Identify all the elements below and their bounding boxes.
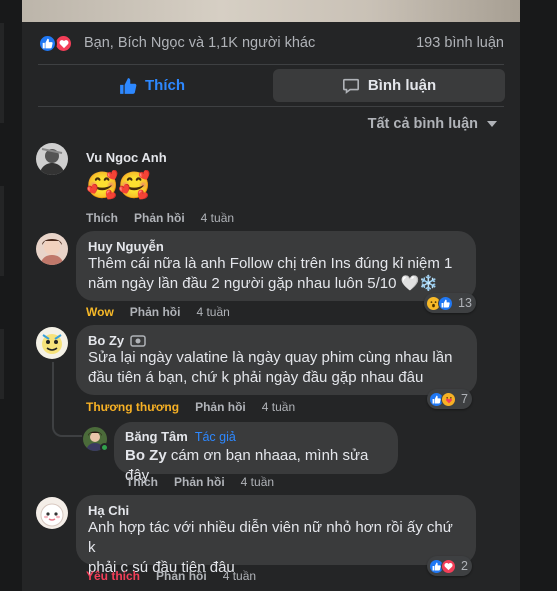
comment-bubble: Hạ Chi Anh hợp tác với nhiều diễn viên n… [76,495,476,576]
speech-bubble-icon [342,78,359,94]
comment-bubble: Bo Zy Sửa lại ngày valatine là ngày quay… [76,325,477,395]
comment-reactions[interactable]: 13 [424,293,476,313]
white-heart-icon: 🤍❄️ [400,275,438,292]
left-panel-edge [0,0,4,591]
post-photo[interactable] [22,0,520,22]
comment-reactions[interactable]: 2 [427,556,472,576]
reply-link[interactable]: Phản hồi [130,305,181,319]
reply-link[interactable]: Phản hồi [134,211,185,225]
reply-bubble: Băng Tâm Tác giả Bo Zy cám ơn bạn nhaaa,… [114,422,398,484]
author-badge: Tác giả [194,429,236,444]
comment-text: 🥰🥰 [86,170,151,200]
reply-author[interactable]: Băng Tâm [125,429,188,444]
reaction-count: 13 [458,296,472,310]
reaction-summary-bar: Bạn, Bích Ngọc và 1,1K người khác 193 bì… [22,22,520,64]
comment-text-line: Sửa lại ngày valatine là ngày quay phim … [88,349,453,366]
comment-actions: Thương thương Phản hồi 4 tuần [86,400,295,414]
love-reaction-icon [441,558,456,574]
avatar[interactable] [36,233,68,265]
comment-time[interactable]: 4 tuần [223,569,256,583]
comment-button-label: Bình luận [367,77,437,94]
reply-link[interactable]: Phản hồi [195,400,246,414]
avatar[interactable] [36,143,68,175]
caret-down-icon [487,121,497,127]
comment-time[interactable]: 4 tuần [201,211,234,225]
comment-count[interactable]: 193 bình luận [416,35,504,51]
comment-time[interactable]: 4 tuần [241,475,274,489]
comment-vu-ngoc-anh: Vu Ngoc Anh 🥰🥰 [86,150,167,201]
comment-text-line: năm ngày lần đầu 2 người gặp nhau luôn 5… [88,274,464,294]
comment-text-line: Thêm cái nữa là anh Follow chị trên Ins … [88,255,453,272]
avatar[interactable] [36,497,68,529]
comment-reactions[interactable]: 7 [427,389,472,409]
avatar[interactable] [36,327,68,359]
reaction-count: 7 [461,392,468,406]
reply-link[interactable]: Phản hồi [174,475,225,489]
comment-author[interactable]: Vu Ngoc Anh [86,150,167,165]
like-reaction-icon [38,34,57,53]
right-panel-edge [537,0,557,591]
care-reaction-icon [441,391,456,407]
comment-text-line: Anh hợp tác với nhiều diễn viên nữ nhỏ h… [88,519,453,556]
comment-time[interactable]: 4 tuần [196,305,229,319]
divider [38,106,504,107]
react-link[interactable]: Yêu thích [86,569,140,583]
comment-button[interactable]: Bình luận [273,69,505,102]
reaction-count: 2 [461,559,468,573]
reply-actions: Thích Phản hồi 4 tuần [126,475,274,489]
comment-author-row: Bo Zy [88,333,465,348]
divider [38,64,504,65]
reaction-summary-text[interactable]: Bạn, Bích Ngọc và 1,1K người khác [84,35,315,51]
comment-author[interactable]: Bo Zy [88,333,124,348]
like-button[interactable]: Thích [38,69,266,102]
thumbs-up-icon [120,77,137,94]
react-link[interactable]: Wow [86,305,114,319]
comment-time[interactable]: 4 tuần [262,400,295,414]
comment-text-line: đầu tiên á bạn, chứ k phải ngày đầu gặp … [88,369,424,386]
comment-actions: Thích Phản hồi 4 tuần [86,211,234,225]
comment-text-line-end: năm ngày lần đầu 2 người gặp nhau luôn 5… [88,275,397,292]
comment-bubble: Huy Nguyễn Thêm cái nữa là anh Follow ch… [76,231,476,301]
sort-label: Tất cả bình luận [367,116,478,132]
profile-frame-icon [130,334,146,347]
react-link[interactable]: Thích [126,475,158,489]
reaction-icons[interactable] [38,34,78,54]
react-link[interactable]: Thương thương [86,400,179,414]
comment-sort-dropdown[interactable]: Tất cả bình luận [368,116,498,132]
post-card: Bạn, Bích Ngọc và 1,1K người khác 193 bì… [22,0,520,591]
comment-author[interactable]: Hạ Chi [88,503,464,518]
like-button-label: Thích [145,77,185,94]
comment-actions: Yêu thích Phản hồi 4 tuần [86,569,256,583]
mention-link[interactable]: Bo Zy [125,447,167,464]
react-link[interactable]: Thích [86,211,118,225]
reply-link[interactable]: Phản hồi [156,569,207,583]
comment-actions: Wow Phản hồi 4 tuần [86,305,230,319]
like-reaction-icon [438,295,453,311]
online-status-dot [100,443,109,452]
reply-author-row: Băng Tâm Tác giả [125,429,387,444]
comment-author[interactable]: Huy Nguyễn [88,239,464,254]
